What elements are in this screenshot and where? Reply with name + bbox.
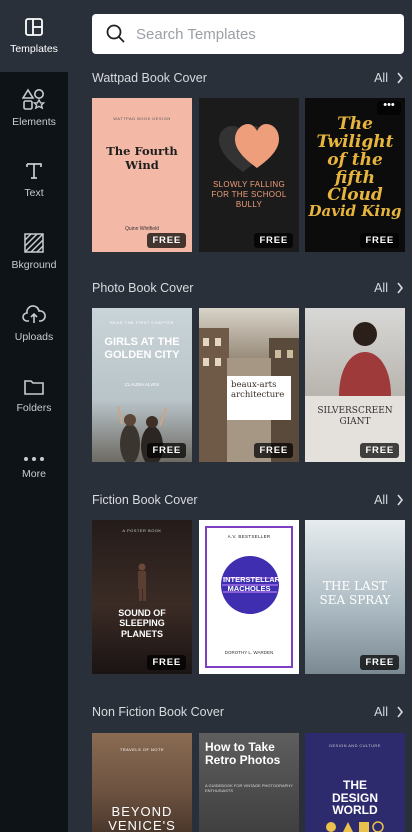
sidebar-item-label: Text: [24, 187, 44, 199]
figure-silhouette: [138, 563, 146, 601]
uploads-icon: [22, 305, 46, 323]
cover-kicker: A POSTER BOOK: [122, 528, 162, 533]
templates-icon: [25, 18, 43, 36]
cover-title: SILVERSCREEN GIANT: [317, 406, 393, 427]
cover-title: INTERSTELLAR MACHOLES: [223, 575, 281, 593]
template-card-beaux-arts[interactable]: beaux-arts architecture FREE: [199, 308, 299, 462]
free-badge: FREE: [147, 655, 186, 670]
shape-decorations: [326, 821, 384, 832]
chevron-right-icon: [397, 706, 404, 718]
cover-title: GIRLS AT THE GOLDEN CITY: [104, 336, 180, 362]
see-all-label: All: [374, 71, 388, 85]
cover-kicker: WATTPAD BOOK DESIGN: [113, 116, 171, 121]
template-card-retro-photos[interactable]: How to Take Retro Photos A GUIDEBOOK FOR…: [199, 733, 299, 832]
section-title: Fiction Book Cover: [92, 493, 198, 507]
template-card-slowly-falling[interactable]: SLOWLY FALLING FOR THE SCHOOL BULLY FREE: [199, 98, 299, 252]
sidebar: Templates Elements Text Bkground Uploads…: [0, 0, 68, 832]
see-all-label: All: [374, 705, 388, 719]
template-card-last-sea-spray[interactable]: THE LAST SEA SPRAY FREE: [305, 520, 405, 674]
free-badge: FREE: [254, 233, 293, 248]
chevron-right-icon: [397, 494, 404, 506]
sidebar-item-label: Bkground: [11, 259, 57, 271]
sidebar-item-templates[interactable]: Templates: [0, 0, 68, 72]
templates-panel: Wattpad Book Cover All WATTPAD BOOK DESI…: [68, 0, 412, 832]
cover-kicker: TRAVELS OF NOTE: [119, 747, 165, 752]
template-card-the-fourth-wind[interactable]: WATTPAD BOOK DESIGN The Fourth Wind Quin…: [92, 98, 192, 252]
section-title: Photo Book Cover: [92, 281, 194, 295]
cover-title: BEYOND VENICE'S: [108, 804, 176, 832]
see-all-label: All: [374, 493, 388, 507]
text-icon: [26, 163, 42, 179]
sidebar-item-elements[interactable]: Elements: [0, 72, 68, 144]
sidebar-item-text[interactable]: Text: [0, 144, 68, 216]
sidebar-item-label: Folders: [16, 402, 52, 414]
sidebar-item-label: Templates: [10, 43, 58, 55]
sidebar-item-label: Uploads: [14, 331, 54, 343]
see-all-link[interactable]: All: [374, 705, 404, 719]
free-badge: FREE: [360, 233, 399, 248]
canva-templates-panel: Templates Elements Text Bkground Uploads…: [0, 0, 412, 832]
see-all-label: All: [374, 281, 388, 295]
cover-kicker: DESIGN AND CULTURE: [329, 743, 381, 748]
sidebar-item-label: Elements: [12, 116, 56, 128]
free-badge: FREE: [360, 443, 399, 458]
cover-kicker: A.V. BESTSELLER: [227, 534, 271, 539]
template-card-design-world[interactable]: DESIGN AND CULTURE THE DESIGN WORLD: [305, 733, 405, 832]
search-input[interactable]: [136, 25, 376, 43]
free-badge: FREE: [147, 443, 186, 458]
search-bar[interactable]: [92, 14, 404, 54]
cover-author: CLAUDIA ALVES: [124, 382, 160, 387]
chevron-right-icon: [397, 282, 404, 294]
see-all-link[interactable]: All: [374, 71, 404, 85]
sidebar-item-uploads[interactable]: Uploads: [0, 288, 68, 360]
template-card-beyond-venice[interactable]: TRAVELS OF NOTE BEYOND VENICE'S: [92, 733, 192, 832]
cover-title: The Twilight of the fifth Cloud: [316, 114, 394, 206]
cover-kicker: A GUIDEBOOK FOR VINTAGE PHOTOGRAPHY ENTH…: [205, 783, 293, 793]
person-photo: [339, 322, 391, 396]
more-options-icon[interactable]: •••: [377, 100, 401, 115]
see-all-link[interactable]: All: [374, 281, 404, 295]
cover-title: beaux-arts architecture: [231, 380, 285, 401]
cover-title: SLOWLY FALLING FOR THE SCHOOL BULLY: [211, 180, 287, 209]
search-icon: [106, 24, 125, 43]
chevron-right-icon: [397, 72, 404, 84]
free-badge: FREE: [360, 655, 399, 670]
section-title: Wattpad Book Cover: [92, 71, 207, 85]
elements-icon: [22, 88, 46, 110]
sidebar-item-folders[interactable]: Folders: [0, 360, 68, 432]
heart-illustration: [219, 124, 279, 172]
template-card-twilight-fifth-cloud[interactable]: The Twilight of the fifth Cloud David Ki…: [305, 98, 405, 252]
cover-author: DOROTHY L. WARDEN: [224, 650, 274, 655]
template-card-interstellar[interactable]: A.V. BESTSELLER INTERSTELLAR MACHOLES DO…: [199, 520, 299, 674]
sidebar-item-label: More: [22, 468, 46, 480]
cover-kicker: READ THE FIRST CHAPTER: [110, 320, 174, 325]
free-badge: FREE: [254, 443, 293, 458]
template-card-silverscreen-giant[interactable]: SILVERSCREEN GIANT FREE: [305, 308, 405, 462]
cover-author: Quinn Whitfield: [125, 226, 159, 232]
cover-title: THE LAST SEA SPRAY: [319, 579, 391, 607]
cover-author: David King: [308, 202, 402, 220]
template-card-sound-of-sleeping-planets[interactable]: A POSTER BOOK SOUND OF SLEEPING PLANETS …: [92, 520, 192, 674]
cover-title: How to Take Retro Photos: [205, 740, 281, 767]
template-card-girls-golden-city[interactable]: READ THE FIRST CHAPTER GIRLS AT THE GOLD…: [92, 308, 192, 462]
sidebar-item-background[interactable]: Bkground: [0, 216, 68, 288]
cover-title: SOUND OF SLEEPING PLANETS: [118, 608, 166, 639]
cover-title: The Fourth Wind: [106, 144, 178, 173]
more-icon: [24, 457, 44, 461]
cover-title: THE DESIGN WORLD: [331, 778, 378, 818]
free-badge: FREE: [147, 233, 186, 248]
see-all-link[interactable]: All: [374, 493, 404, 507]
section-title: Non Fiction Book Cover: [92, 705, 225, 719]
folders-icon: [24, 380, 44, 395]
sidebar-item-more[interactable]: More: [0, 432, 68, 504]
background-icon: [24, 233, 44, 253]
